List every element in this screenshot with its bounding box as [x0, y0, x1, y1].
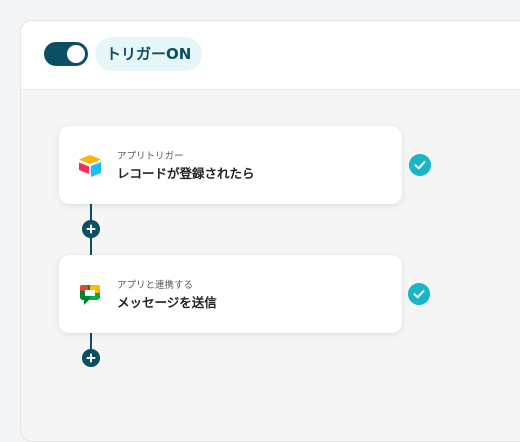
- toggle-knob: [67, 45, 85, 63]
- airtable-icon: [79, 155, 101, 177]
- trigger-status-badge: トリガーON: [95, 37, 203, 71]
- completed-check-icon: [409, 154, 431, 176]
- step-title: レコードが登録されたら: [117, 166, 255, 181]
- step-kind-label: アプリトリガー: [117, 151, 184, 162]
- add-step-icon[interactable]: [82, 220, 100, 238]
- step-kind-label: アプリと連携する: [117, 280, 194, 291]
- completed-check-icon: [408, 283, 430, 305]
- flow-step-card-action[interactable]: アプリと連携する メッセージを送信: [59, 255, 402, 333]
- add-step-icon[interactable]: [82, 349, 100, 367]
- flow-panel: トリガーON アプリトリガー レコードが登録されたら アプリと連携する メッセー…: [20, 20, 520, 442]
- step-title: メッセージを送信: [117, 295, 217, 310]
- trigger-toggle[interactable]: [44, 42, 88, 66]
- flow-step-card-trigger[interactable]: アプリトリガー レコードが登録されたら: [59, 126, 402, 204]
- flow-header: トリガーON: [21, 21, 520, 90]
- google-chat-icon: [80, 285, 100, 305]
